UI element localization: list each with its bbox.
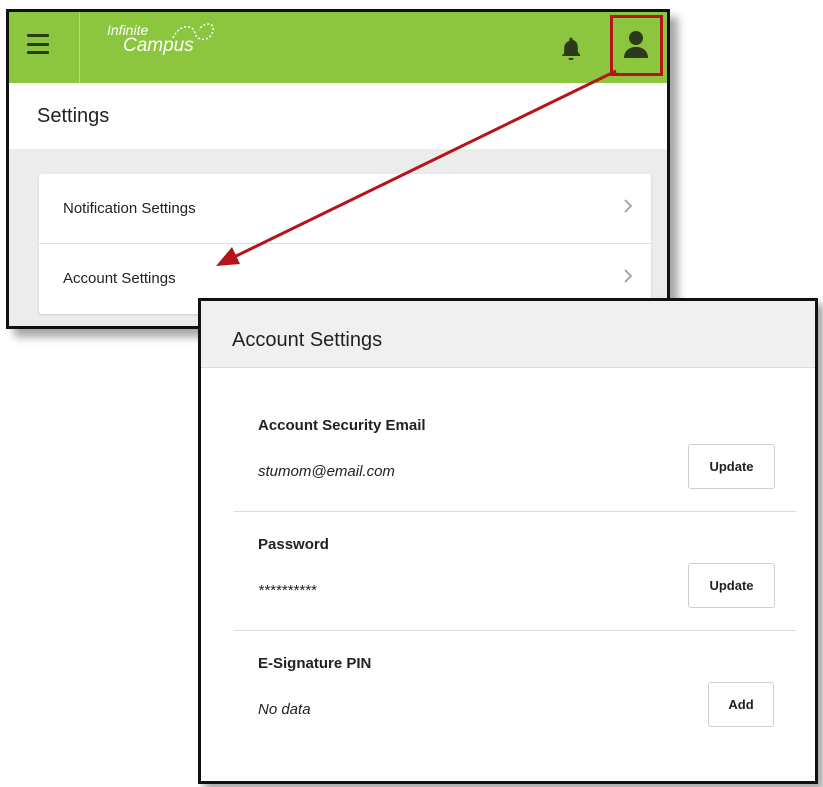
section-value: No data xyxy=(258,701,311,718)
account-settings-header: Account Settings xyxy=(201,301,815,368)
update-password-button[interactable]: Update xyxy=(688,563,775,608)
e-signature-pin-section: E-Signature PIN No data Add xyxy=(234,631,796,749)
nav-divider xyxy=(79,12,80,83)
settings-window: Infinite Campus Settings Notification Se… xyxy=(6,9,670,329)
user-icon[interactable] xyxy=(622,30,650,60)
section-value: ********** xyxy=(258,582,317,599)
bell-icon[interactable] xyxy=(560,36,582,60)
update-email-button[interactable]: Update xyxy=(688,444,775,489)
account-security-email-section: Account Security Email stumom@email.com … xyxy=(234,393,796,512)
password-section: Password ********** Update xyxy=(234,512,796,631)
section-label: E-Signature PIN xyxy=(258,655,372,672)
section-value: stumom@email.com xyxy=(258,463,395,480)
account-settings-title: Account Settings xyxy=(232,329,383,351)
list-item-label: Account Settings xyxy=(63,270,176,287)
logo-swoosh-icon xyxy=(172,23,214,41)
chevron-right-icon xyxy=(624,269,633,283)
top-nav-bar: Infinite Campus xyxy=(9,12,667,83)
list-item-label: Notification Settings xyxy=(63,200,196,217)
menu-icon[interactable] xyxy=(27,34,49,54)
add-pin-button[interactable]: Add xyxy=(708,682,774,727)
settings-list: Notification Settings Account Settings xyxy=(39,174,651,314)
chevron-right-icon xyxy=(624,199,633,213)
section-label: Account Security Email xyxy=(258,417,426,434)
notification-settings-item[interactable]: Notification Settings xyxy=(39,174,651,244)
page-title-bar: Settings xyxy=(9,83,667,150)
infinite-campus-logo[interactable]: Infinite Campus xyxy=(105,22,214,57)
account-settings-window: Account Settings Account Security Email … xyxy=(198,298,818,784)
page-title: Settings xyxy=(37,105,110,127)
section-label: Password xyxy=(258,536,329,553)
